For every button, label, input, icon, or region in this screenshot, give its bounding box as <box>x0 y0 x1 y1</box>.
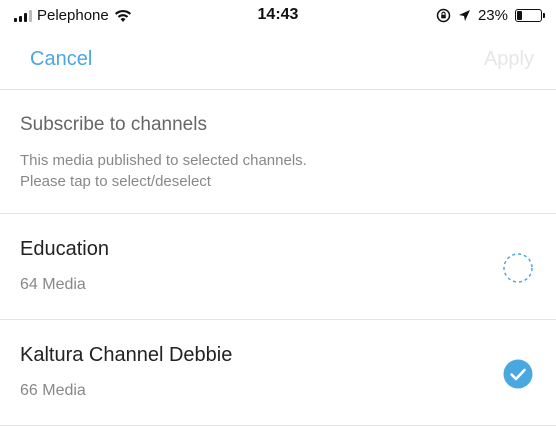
selected-checkmark-icon[interactable] <box>502 358 534 390</box>
unselected-circle-icon[interactable] <box>502 252 534 284</box>
channel-name: Kaltura Channel Debbie <box>20 344 233 366</box>
channel-row-kaltura-channel-debbie[interactable]: Kaltura Channel Debbie 66 Media <box>0 320 556 426</box>
battery-icon <box>515 9 545 22</box>
subscribe-header: Subscribe to channels This media publish… <box>0 90 556 214</box>
cancel-button[interactable]: Cancel <box>30 48 92 71</box>
page-title: Subscribe to channels <box>20 114 207 135</box>
channel-media-count: 66 Media <box>20 382 86 399</box>
nav-bar: Cancel Apply <box>0 34 556 90</box>
location-arrow-icon <box>458 10 470 21</box>
channel-row-education[interactable]: Education 64 Media <box>0 214 556 320</box>
status-bar: Pelephone 14:43 23% <box>0 0 556 34</box>
channel-media-count: 64 Media <box>20 276 86 293</box>
status-right: 23% <box>436 7 545 24</box>
header-description: This media published to selected channel… <box>20 152 307 190</box>
apply-button[interactable]: Apply <box>484 48 534 71</box>
orientation-lock-icon <box>436 8 451 23</box>
battery-fill <box>517 11 522 20</box>
channel-name: Education <box>20 238 109 260</box>
battery-percent: 23% <box>477 7 508 24</box>
